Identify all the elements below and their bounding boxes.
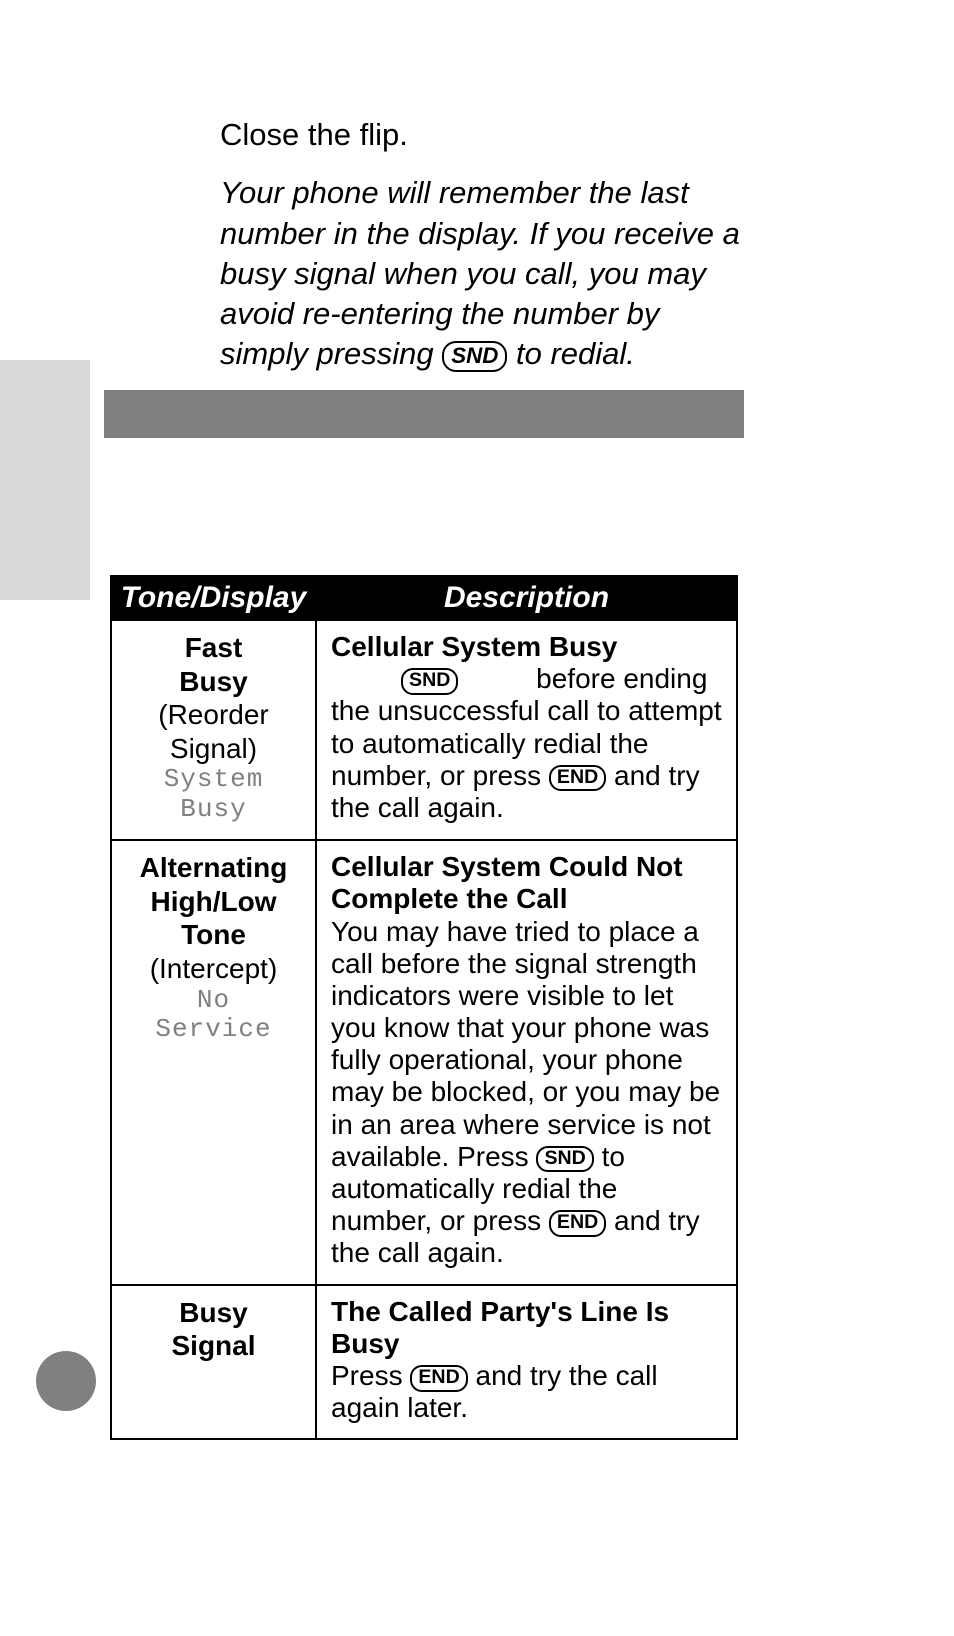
tone-paren: (ReorderSignal) (126, 698, 301, 765)
page-number-dot (36, 1351, 96, 1411)
intro-line1: Close the flip. (220, 115, 750, 155)
header-tone: Tone/Display (111, 576, 316, 620)
tone-paren: (Intercept) (126, 952, 301, 986)
desc-cell: The Called Party's Line Is Busy Press EN… (316, 1285, 737, 1440)
snd-key-icon: SND (401, 668, 458, 695)
tone-cell: BusySignal (111, 1285, 316, 1440)
side-tab (0, 360, 90, 600)
tone-cell: FastBusy (ReorderSignal) SystemBusy (111, 620, 316, 840)
table-row: BusySignal The Called Party's Line Is Bu… (111, 1285, 737, 1440)
intro-block: Close the flip. Your phone will remember… (220, 115, 750, 375)
desc-cell: Cellular System Busy SND before ending t… (316, 620, 737, 840)
end-key-icon: END (549, 765, 606, 792)
tone-name: AlternatingHigh/LowTone (126, 851, 301, 952)
tone-name: BusySignal (126, 1296, 301, 1363)
desc-pre: Press (331, 1360, 410, 1391)
tones-table: Tone/Display Description FastBusy (Reord… (110, 575, 738, 1440)
intro-note-post: to redial. (507, 336, 635, 371)
header-desc: Description (316, 576, 737, 620)
table-row: AlternatingHigh/LowTone (Intercept) NoSe… (111, 840, 737, 1284)
intro-note: Your phone will remember the last number… (220, 173, 750, 374)
tone-lcd: NoService (126, 986, 301, 1046)
tone-lcd: SystemBusy (126, 765, 301, 825)
snd-key-icon: SND (536, 1146, 593, 1173)
desc-cell: Cellular System Could Not Complete the C… (316, 840, 737, 1284)
desc-pre: You may have tried to place a call befor… (331, 916, 720, 1172)
end-key-icon: END (549, 1210, 606, 1237)
desc-title: The Called Party's Line Is Busy (331, 1296, 669, 1359)
snd-key-icon: SND (442, 341, 507, 372)
table-row: FastBusy (ReorderSignal) SystemBusy Cell… (111, 620, 737, 840)
tone-name: FastBusy (126, 631, 301, 698)
end-key-icon: END (410, 1365, 467, 1392)
tone-cell: AlternatingHigh/LowTone (Intercept) NoSe… (111, 840, 316, 1284)
desc-title: Cellular System Could Not Complete the C… (331, 851, 683, 914)
desc-title: Cellular System Busy (331, 631, 617, 662)
divider-bar (104, 390, 744, 438)
